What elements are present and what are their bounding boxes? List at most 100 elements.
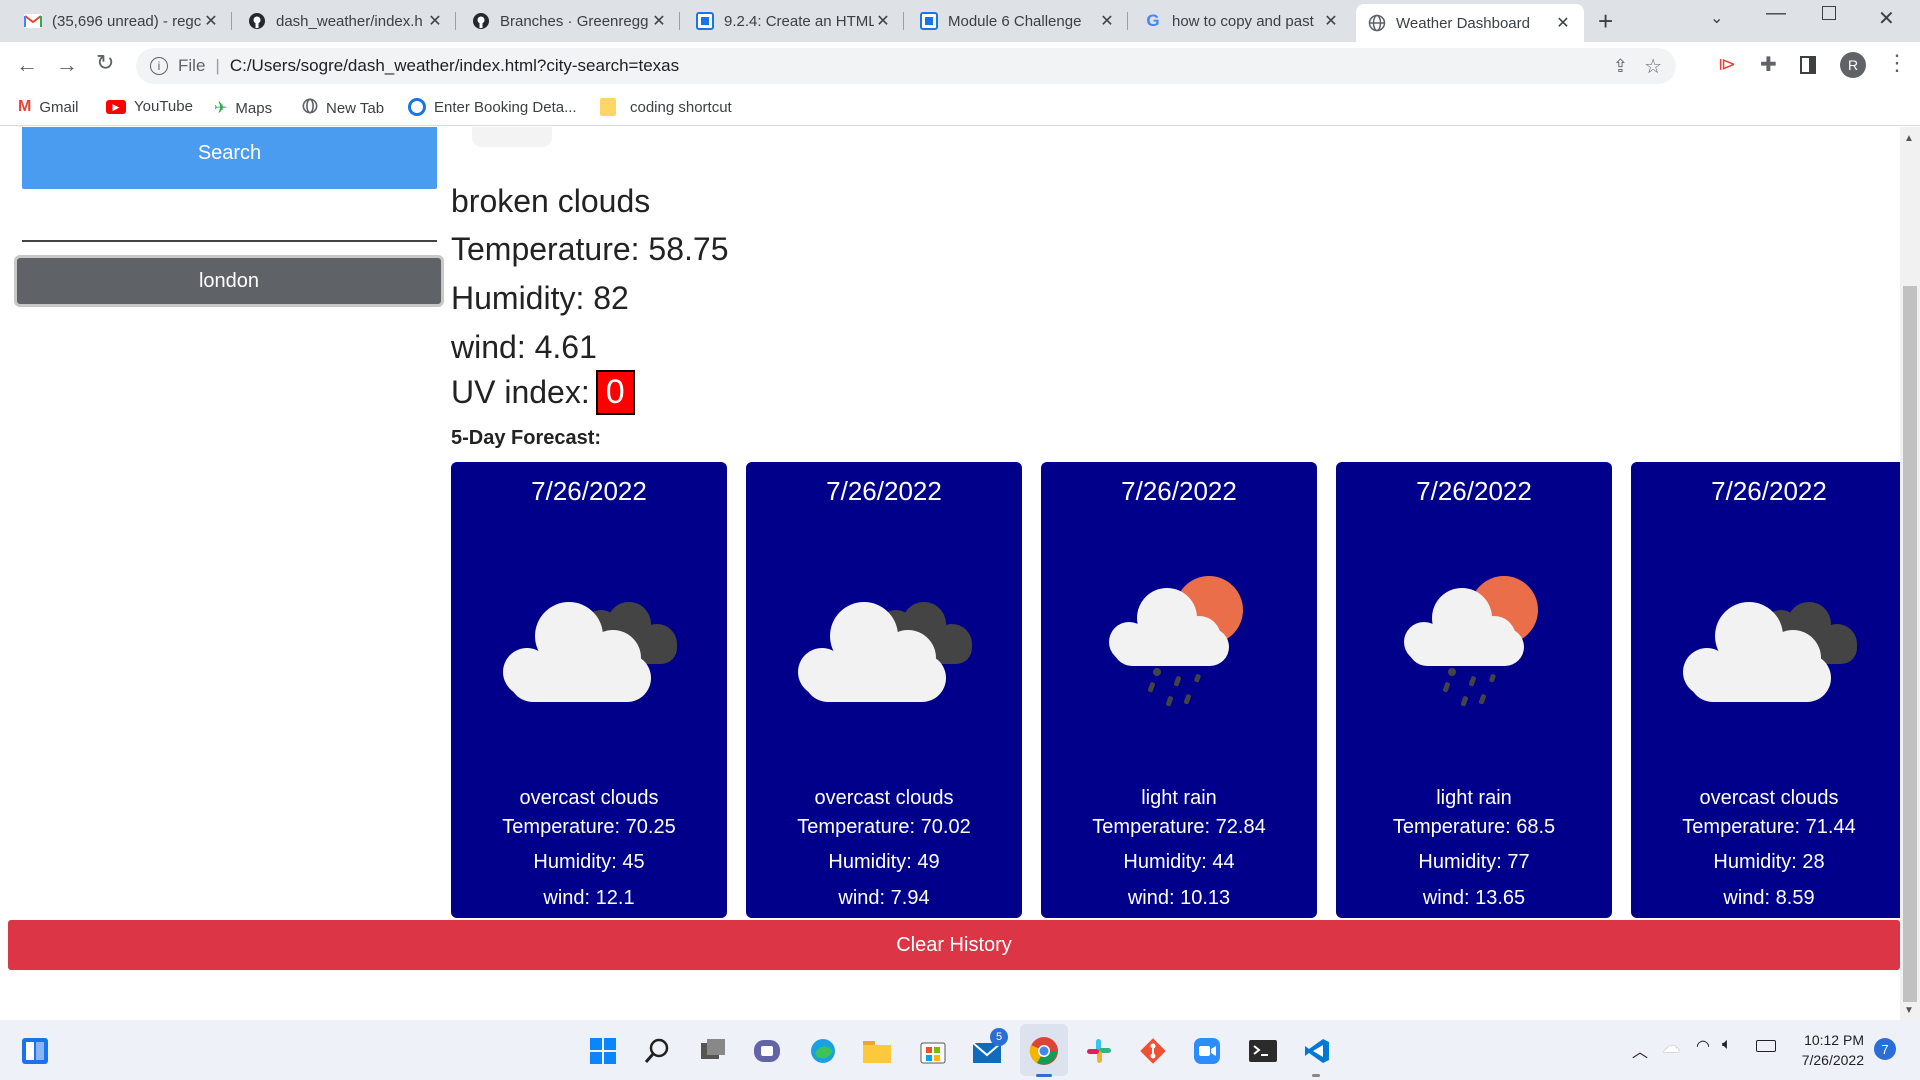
scrollbar-thumb[interactable] [1903, 286, 1917, 1002]
tab-module-challenge[interactable]: Module 6 Challenge ✕ [908, 4, 1128, 38]
git-icon[interactable] [1138, 1036, 1168, 1066]
browser-toolbar: ← → ↻ i File | C:/Users/sogre/dash_weath… [0, 42, 1920, 90]
current-weather-icon-partial [472, 127, 552, 147]
forward-icon[interactable]: → [56, 52, 78, 78]
youtube-icon: ▶ [106, 99, 126, 114]
close-icon[interactable]: ✕ [426, 11, 444, 31]
tab-github-branches[interactable]: Branches · Greenregg ✕ [460, 4, 680, 38]
mail-icon[interactable]: 5 [972, 1028, 1008, 1066]
bookmark-label: YouTube [134, 98, 193, 115]
tab-gmail[interactable]: (35,696 unread) - regc ✕ [12, 4, 232, 38]
share-icon[interactable]: ⇪ [1613, 56, 1628, 77]
terminal-icon[interactable] [1248, 1036, 1278, 1066]
bookmarks-bar: M Gmail ▶ YouTube ✈ Maps New Tab Enter B… [0, 90, 1920, 126]
tab-title: Weather Dashboard [1396, 14, 1530, 32]
tab-weather-dashboard[interactable]: Weather Dashboard ✕ [1356, 4, 1584, 42]
close-icon[interactable]: ✕ [1322, 11, 1340, 31]
file-explorer-icon[interactable] [862, 1036, 892, 1066]
folder-icon [600, 98, 616, 116]
address-divider: | [215, 56, 220, 75]
history-button-london[interactable]: london [14, 255, 444, 307]
edge-icon[interactable] [808, 1036, 838, 1066]
side-panel-icon[interactable] [1800, 56, 1816, 74]
address-bar[interactable]: i File | C:/Users/sogre/dash_weather/ind… [136, 48, 1676, 84]
current-wind: wind: 4.61 [451, 329, 597, 365]
slack-icon[interactable] [1084, 1036, 1114, 1066]
vscode-icon[interactable] [1302, 1036, 1332, 1066]
bookmark-star-icon[interactable]: ☆ [1644, 54, 1662, 79]
new-tab-icon[interactable]: + [1598, 6, 1613, 37]
forecast-card: 7/26/2022 overcast clouds Temperature: 7… [451, 462, 727, 918]
start-icon[interactable] [588, 1036, 618, 1066]
wifi-icon[interactable]: ◠ [1696, 1036, 1710, 1056]
forecast-card: 7/26/2022 overcast clouds Temperature: 7… [746, 462, 1022, 918]
chrome-running-indicator [1036, 1074, 1052, 1077]
forecast-title: 5-Day Forecast: [451, 427, 602, 449]
close-icon[interactable]: ✕ [874, 11, 892, 31]
bookmark-youtube[interactable]: ▶ YouTube [106, 98, 193, 115]
windows-taskbar: 5 ︿ ☁ ◠ 🔈︎ 10:12 PM 7/26/2022 7 [0, 1020, 1920, 1080]
bookmark-coding-shortcut[interactable]: coding shortcut [600, 98, 732, 116]
forecast-card: 7/26/2022 overcast clouds Temperature: 7… [1631, 462, 1900, 918]
tab-search-icon[interactable]: ⌄ [1710, 8, 1723, 28]
scroll-up-icon[interactable]: ▲ [1904, 133, 1914, 144]
close-icon[interactable]: ✕ [650, 11, 668, 31]
onedrive-icon[interactable]: ☁ [1662, 1036, 1680, 1057]
forecast-humidity: Humidity: 49 [828, 851, 940, 873]
gmail-icon: M [18, 98, 32, 115]
profile-avatar[interactable]: R [1840, 52, 1866, 78]
search-icon[interactable] [642, 1036, 672, 1066]
page-viewport: Search london broken clouds Temperature:… [0, 127, 1900, 1020]
tab-google-search[interactable]: G how to copy and past ✕ [1132, 4, 1352, 38]
task-view-icon[interactable] [698, 1036, 728, 1066]
uv-label: UV index: [451, 374, 590, 410]
broken-clouds-icon [503, 602, 677, 702]
bookmark-gmail[interactable]: M Gmail [18, 98, 79, 116]
close-window-icon[interactable]: ✕ [1878, 6, 1895, 31]
extension-icon[interactable]: ⧐ [1718, 54, 1736, 75]
restore-icon[interactable] [1822, 6, 1836, 20]
battery-icon[interactable] [1756, 1040, 1776, 1052]
tab-canvas-html[interactable]: 9.2.4: Create an HTML ✕ [684, 4, 904, 38]
widgets-icon[interactable] [20, 1036, 50, 1066]
globe-icon [1368, 14, 1386, 32]
minimize-icon[interactable]: — [1766, 2, 1786, 25]
forecast-date: 7/26/2022 [531, 476, 647, 506]
browser-tab-strip: (35,696 unread) - regc ✕ dash_weather/in… [0, 0, 1920, 42]
scroll-down-icon[interactable]: ▼ [1904, 1005, 1914, 1016]
bookmark-new-tab[interactable]: New Tab [302, 98, 384, 118]
clear-history-button[interactable]: Clear History [8, 920, 1900, 970]
bookmark-label: New Tab [326, 99, 385, 117]
close-icon[interactable]: ✕ [202, 11, 220, 31]
current-temperature: Temperature: 58.75 [451, 231, 729, 267]
light-rain-icon [1404, 576, 1538, 707]
bookmark-booking[interactable]: Enter Booking Deta... [408, 98, 577, 116]
microsoft-store-icon[interactable] [918, 1036, 948, 1066]
bookmark-maps[interactable]: ✈ Maps [214, 98, 272, 118]
google-icon: G [1146, 11, 1160, 30]
close-icon[interactable]: ✕ [1554, 13, 1572, 33]
chrome-icon[interactable] [1029, 1036, 1059, 1066]
search-button[interactable]: Search [22, 127, 437, 189]
teams-chat-icon[interactable] [752, 1036, 782, 1066]
extensions-puzzle-icon[interactable]: ✚ [1760, 52, 1777, 77]
clock[interactable]: 10:12 PM 7/26/2022 [1792, 1030, 1864, 1070]
reload-icon[interactable]: ↻ [96, 50, 114, 76]
tab-separator [231, 12, 232, 30]
address-text[interactable]: C:/Users/sogre/dash_weather/index.html?c… [230, 56, 679, 76]
back-icon[interactable]: ← [16, 52, 38, 78]
forecast-wind: wind: 12.1 [543, 887, 635, 909]
tab-github-index[interactable]: dash_weather/index.h ✕ [236, 4, 456, 38]
forecast-date: 7/26/2022 [1416, 476, 1532, 506]
menu-kebab-icon[interactable]: ⋮ [1886, 50, 1908, 76]
forecast-description: light rain [1436, 787, 1512, 809]
broken-clouds-icon [798, 602, 972, 702]
zoom-icon[interactable] [1192, 1036, 1222, 1066]
info-icon[interactable]: i [150, 57, 168, 75]
close-icon[interactable]: ✕ [1098, 11, 1116, 31]
show-hidden-icons-icon[interactable]: ︿ [1632, 1038, 1648, 1062]
forecast-humidity: Humidity: 45 [533, 851, 645, 873]
volume-icon[interactable]: 🔈︎ [1722, 1036, 1732, 1054]
notification-badge[interactable]: 7 [1874, 1038, 1896, 1060]
tab-title: how to copy and past [1172, 12, 1314, 30]
